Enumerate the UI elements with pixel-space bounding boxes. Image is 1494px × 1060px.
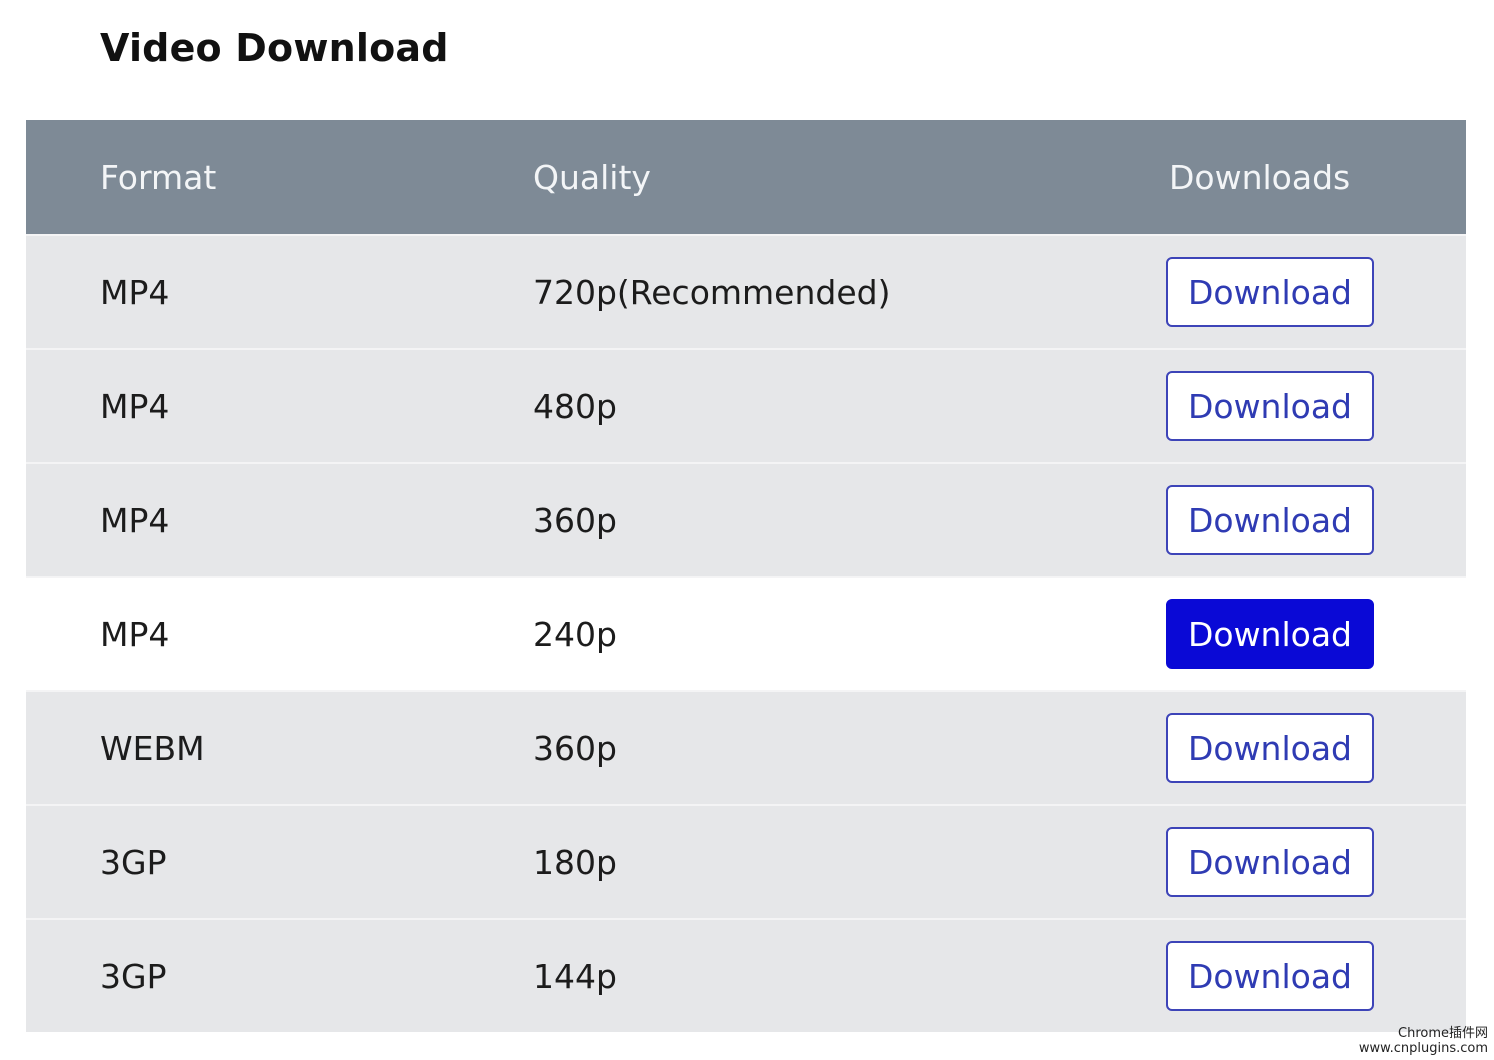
download-button-active[interactable]: Download [1166,599,1374,669]
download-button[interactable]: Download [1166,827,1374,897]
format-cell: WEBM [100,728,205,768]
page-title: Video Download [100,26,449,70]
download-cell: Download [1166,692,1374,804]
table-row: MP4 480p Download [26,348,1466,462]
download-button[interactable]: Download [1166,371,1374,441]
download-button[interactable]: Download [1166,941,1374,1011]
download-cell: Download [1166,920,1374,1032]
quality-cell: 720p(Recommended) [533,272,891,312]
format-cell: MP4 [100,386,170,426]
quality-cell: 360p [533,728,617,768]
quality-cell: 480p [533,386,617,426]
video-download-table: Format Quality Downloads MP4 720p(Recomm… [26,120,1466,1032]
download-cell: Download [1166,578,1374,690]
watermark-line-2: www.cnplugins.com [1358,1041,1488,1056]
download-cell: Download [1166,806,1374,918]
header-format: Format [100,157,217,197]
format-cell: 3GP [100,956,167,996]
download-cell: Download [1166,350,1374,462]
table-row: WEBM 360p Download [26,690,1466,804]
download-cell: Download [1166,236,1374,348]
format-cell: MP4 [100,272,170,312]
table-row: MP4 720p(Recommended) Download [26,234,1466,348]
header-downloads: Downloads [1169,157,1351,197]
table-row-highlighted: MP4 240p Download [26,576,1466,690]
format-cell: 3GP [100,842,167,882]
download-button[interactable]: Download [1166,713,1374,783]
table-row: 3GP 144p Download [26,918,1466,1032]
download-button[interactable]: Download [1166,485,1374,555]
table-header-row: Format Quality Downloads [26,120,1466,234]
download-button[interactable]: Download [1166,257,1374,327]
format-cell: MP4 [100,614,170,654]
header-quality: Quality [533,157,651,197]
table-row: MP4 360p Download [26,462,1466,576]
format-cell: MP4 [100,500,170,540]
quality-cell: 144p [533,956,617,996]
download-cell: Download [1166,464,1374,576]
table-row: 3GP 180p Download [26,804,1466,918]
quality-cell: 180p [533,842,617,882]
quality-cell: 360p [533,500,617,540]
watermark: Chrome插件网 www.cnplugins.com [1359,1026,1488,1056]
quality-cell: 240p [533,614,617,654]
watermark-line-1: Chrome插件网 [1398,1026,1488,1041]
